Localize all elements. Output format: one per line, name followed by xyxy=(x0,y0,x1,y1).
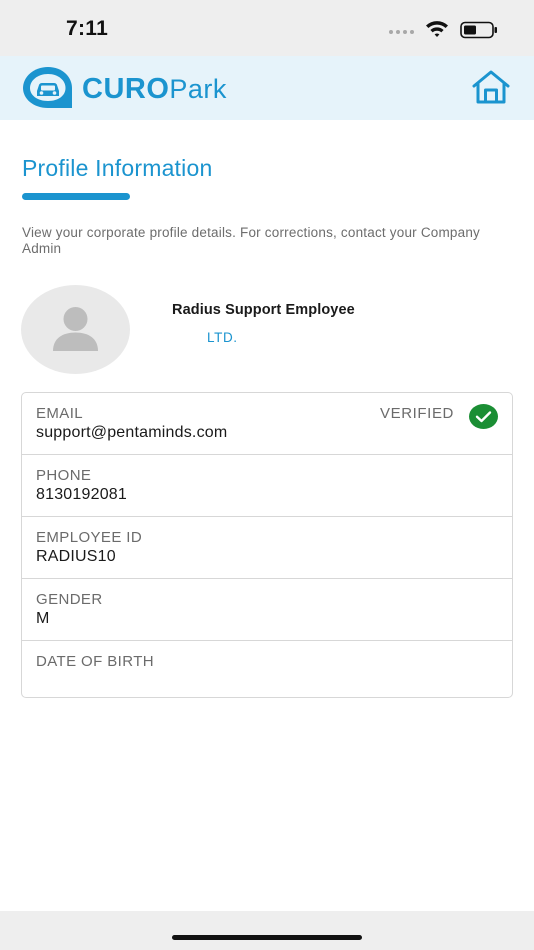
car-logo-icon xyxy=(23,67,72,108)
wifi-icon xyxy=(426,21,448,37)
date-of-birth-label: DATE OF BIRTH xyxy=(36,653,154,670)
phone-row: PHONE 8130192081 xyxy=(22,455,512,517)
logo-light-text: Park xyxy=(169,74,227,104)
employee-id-value: RADIUS10 xyxy=(36,548,116,565)
status-time: 7:11 xyxy=(66,17,109,40)
date-of-birth-row: DATE OF BIRTH xyxy=(22,641,512,697)
app-logo-text: CUROPark xyxy=(82,73,227,105)
profile-info-card: EMAIL support@pentaminds.com VERIFIED PH… xyxy=(21,392,513,698)
verified-status-label: VERIFIED xyxy=(380,405,454,422)
phone-value: 8130192081 xyxy=(36,486,127,503)
profile-name: Radius Support Employee xyxy=(172,302,355,318)
verified-check-icon xyxy=(469,404,498,429)
battery-icon xyxy=(460,21,497,39)
title-underline xyxy=(22,193,130,200)
signal-dots-icon xyxy=(389,30,417,36)
email-value: support@pentaminds.com xyxy=(36,424,228,441)
page-description: View your corporate profile details. For… xyxy=(22,225,480,256)
status-bar: 7:11 xyxy=(0,0,534,56)
gender-value: M xyxy=(36,610,50,627)
home-indicator[interactable] xyxy=(172,935,362,940)
gender-row: GENDER M xyxy=(22,579,512,641)
email-label: EMAIL xyxy=(36,405,84,422)
employee-id-row: EMPLOYEE ID RADIUS10 xyxy=(22,517,512,579)
user-placeholder-icon xyxy=(53,307,98,351)
page-title: Profile Information xyxy=(22,155,213,181)
email-row: EMAIL support@pentaminds.com VERIFIED xyxy=(22,393,512,455)
gender-label: GENDER xyxy=(36,591,103,608)
home-icon[interactable] xyxy=(470,68,512,106)
logo-bold-text: CURO xyxy=(82,73,170,105)
employee-id-label: EMPLOYEE ID xyxy=(36,529,143,546)
phone-label: PHONE xyxy=(36,467,92,484)
bottom-bar xyxy=(0,911,534,950)
avatar xyxy=(21,285,130,374)
app-header: CUROPark xyxy=(0,56,534,120)
profile-company: LTD. xyxy=(207,330,238,345)
